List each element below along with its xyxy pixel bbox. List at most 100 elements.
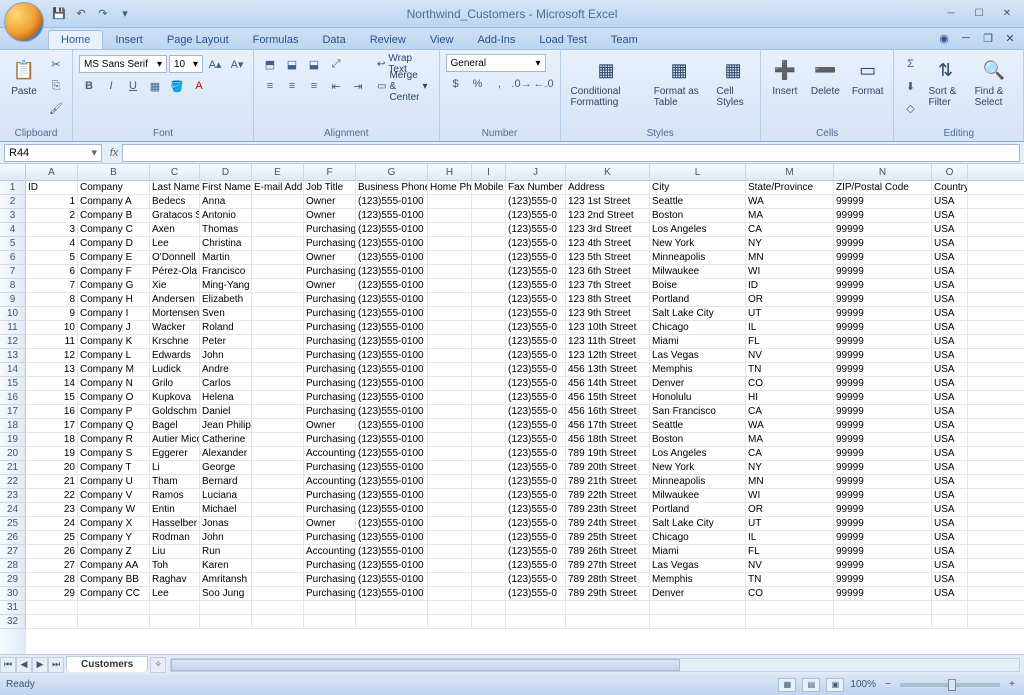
align-right-icon[interactable]: ≡ [304, 76, 324, 96]
cell[interactable]: Lee [150, 237, 200, 250]
cell[interactable]: (123)555-0100 [356, 293, 428, 306]
cell[interactable]: USA [932, 209, 968, 222]
cell[interactable]: (123)555-0100 [356, 531, 428, 544]
cell[interactable]: FL [746, 545, 834, 558]
cell[interactable]: Company K [78, 335, 150, 348]
grow-font-icon[interactable]: A▴ [205, 54, 225, 74]
cell[interactable]: Purchasing [304, 461, 356, 474]
cell[interactable]: USA [932, 587, 968, 600]
cell[interactable]: 18 [26, 433, 78, 446]
cell[interactable]: USA [932, 475, 968, 488]
cell[interactable]: 123 7th Street [566, 279, 650, 292]
cell[interactable]: Owner [304, 195, 356, 208]
cell[interactable] [428, 587, 472, 600]
cell[interactable]: Company U [78, 475, 150, 488]
close-button[interactable]: ✕ [994, 5, 1020, 23]
bold-button[interactable]: B [79, 76, 99, 96]
cell[interactable]: 9 [26, 307, 78, 320]
cell[interactable]: 99999 [834, 391, 932, 404]
cell[interactable]: 123 12th Street [566, 349, 650, 362]
cell[interactable]: (123)555-0100 [356, 405, 428, 418]
cell[interactable]: (123)555-0100 [356, 461, 428, 474]
row-header[interactable]: 4 [0, 223, 26, 237]
cell[interactable] [506, 615, 566, 628]
cell[interactable]: Country [932, 181, 968, 194]
cell[interactable]: Purchasing [304, 391, 356, 404]
cell[interactable]: MA [746, 433, 834, 446]
cell[interactable]: USA [932, 223, 968, 236]
cell[interactable]: 99999 [834, 405, 932, 418]
format-painter-icon[interactable]: 🖌 [46, 98, 66, 118]
cell[interactable]: Wacker [150, 321, 200, 334]
undo-icon[interactable]: ↶ [72, 5, 90, 23]
zoom-out-icon[interactable]: − [882, 679, 894, 691]
cell[interactable] [472, 405, 506, 418]
cell[interactable] [252, 545, 304, 558]
cell[interactable]: (123)555-0100 [356, 307, 428, 320]
cell[interactable]: 99999 [834, 209, 932, 222]
cell[interactable]: 99999 [834, 433, 932, 446]
cell[interactable]: Mortensen [150, 307, 200, 320]
cell[interactable]: Grilo [150, 377, 200, 390]
cell[interactable] [304, 601, 356, 614]
cell[interactable] [428, 293, 472, 306]
cell[interactable]: San Francisco [650, 405, 746, 418]
cell[interactable]: Francisco [200, 265, 252, 278]
cell[interactable]: (123)555-0 [506, 405, 566, 418]
cell[interactable]: (123)555-0100 [356, 391, 428, 404]
column-header[interactable]: H [428, 164, 472, 180]
cell[interactable]: 1 [26, 195, 78, 208]
cell[interactable]: 123 9th Street [566, 307, 650, 320]
cell[interactable]: FL [746, 335, 834, 348]
cell[interactable]: ZIP/Postal Code [834, 181, 932, 194]
percent-icon[interactable]: % [468, 74, 488, 94]
cell[interactable]: Business Phone [356, 181, 428, 194]
cell[interactable] [252, 321, 304, 334]
cell[interactable] [252, 489, 304, 502]
cell[interactable]: (123)555-0100 [356, 251, 428, 264]
cell[interactable]: Company L [78, 349, 150, 362]
column-header[interactable]: C [150, 164, 200, 180]
cell[interactable] [472, 251, 506, 264]
cell[interactable]: Company B [78, 209, 150, 222]
row-header[interactable]: 25 [0, 517, 26, 531]
paste-button[interactable]: 📋 Paste [6, 54, 42, 99]
cell[interactable]: (123)555-0100 [356, 475, 428, 488]
cell[interactable] [252, 433, 304, 446]
cell[interactable]: Purchasing [304, 559, 356, 572]
row-header[interactable]: 29 [0, 573, 26, 587]
cell[interactable]: Company E [78, 251, 150, 264]
cell[interactable] [746, 601, 834, 614]
fx-icon[interactable]: fx [106, 147, 122, 159]
cell[interactable]: 789 19th Street [566, 447, 650, 460]
cell[interactable]: Liu [150, 545, 200, 558]
cell[interactable]: (123)555-0 [506, 265, 566, 278]
clear-icon[interactable]: ◇ [900, 98, 920, 118]
underline-button[interactable]: U [123, 76, 143, 96]
row-header[interactable]: 3 [0, 209, 26, 223]
row-header[interactable]: 1 [0, 181, 26, 195]
cell[interactable]: George [200, 461, 252, 474]
cell[interactable] [472, 307, 506, 320]
cell[interactable]: E-mail Address [252, 181, 304, 194]
normal-view-icon[interactable]: ▦ [778, 678, 796, 692]
cell[interactable]: Andre [200, 363, 252, 376]
cell[interactable]: 99999 [834, 545, 932, 558]
cell[interactable]: Purchasing [304, 405, 356, 418]
cell[interactable]: Andersen [150, 293, 200, 306]
name-box[interactable]: R44▾ [4, 144, 102, 162]
cell[interactable]: OR [746, 503, 834, 516]
cell[interactable] [506, 601, 566, 614]
merge-center-button[interactable]: ▭Merge & Center▾ [372, 76, 433, 96]
cell[interactable]: Purchasing [304, 531, 356, 544]
cell[interactable]: MA [746, 209, 834, 222]
cell[interactable]: 17 [26, 419, 78, 432]
cell[interactable]: OR [746, 293, 834, 306]
cell[interactable]: 3 [26, 223, 78, 236]
cell[interactable]: Purchasing [304, 223, 356, 236]
cell[interactable] [428, 237, 472, 250]
cell[interactable]: 99999 [834, 335, 932, 348]
cell[interactable] [428, 489, 472, 502]
cell[interactable]: State/Province [746, 181, 834, 194]
conditional-formatting-button[interactable]: ▦Conditional Formatting [567, 54, 646, 110]
